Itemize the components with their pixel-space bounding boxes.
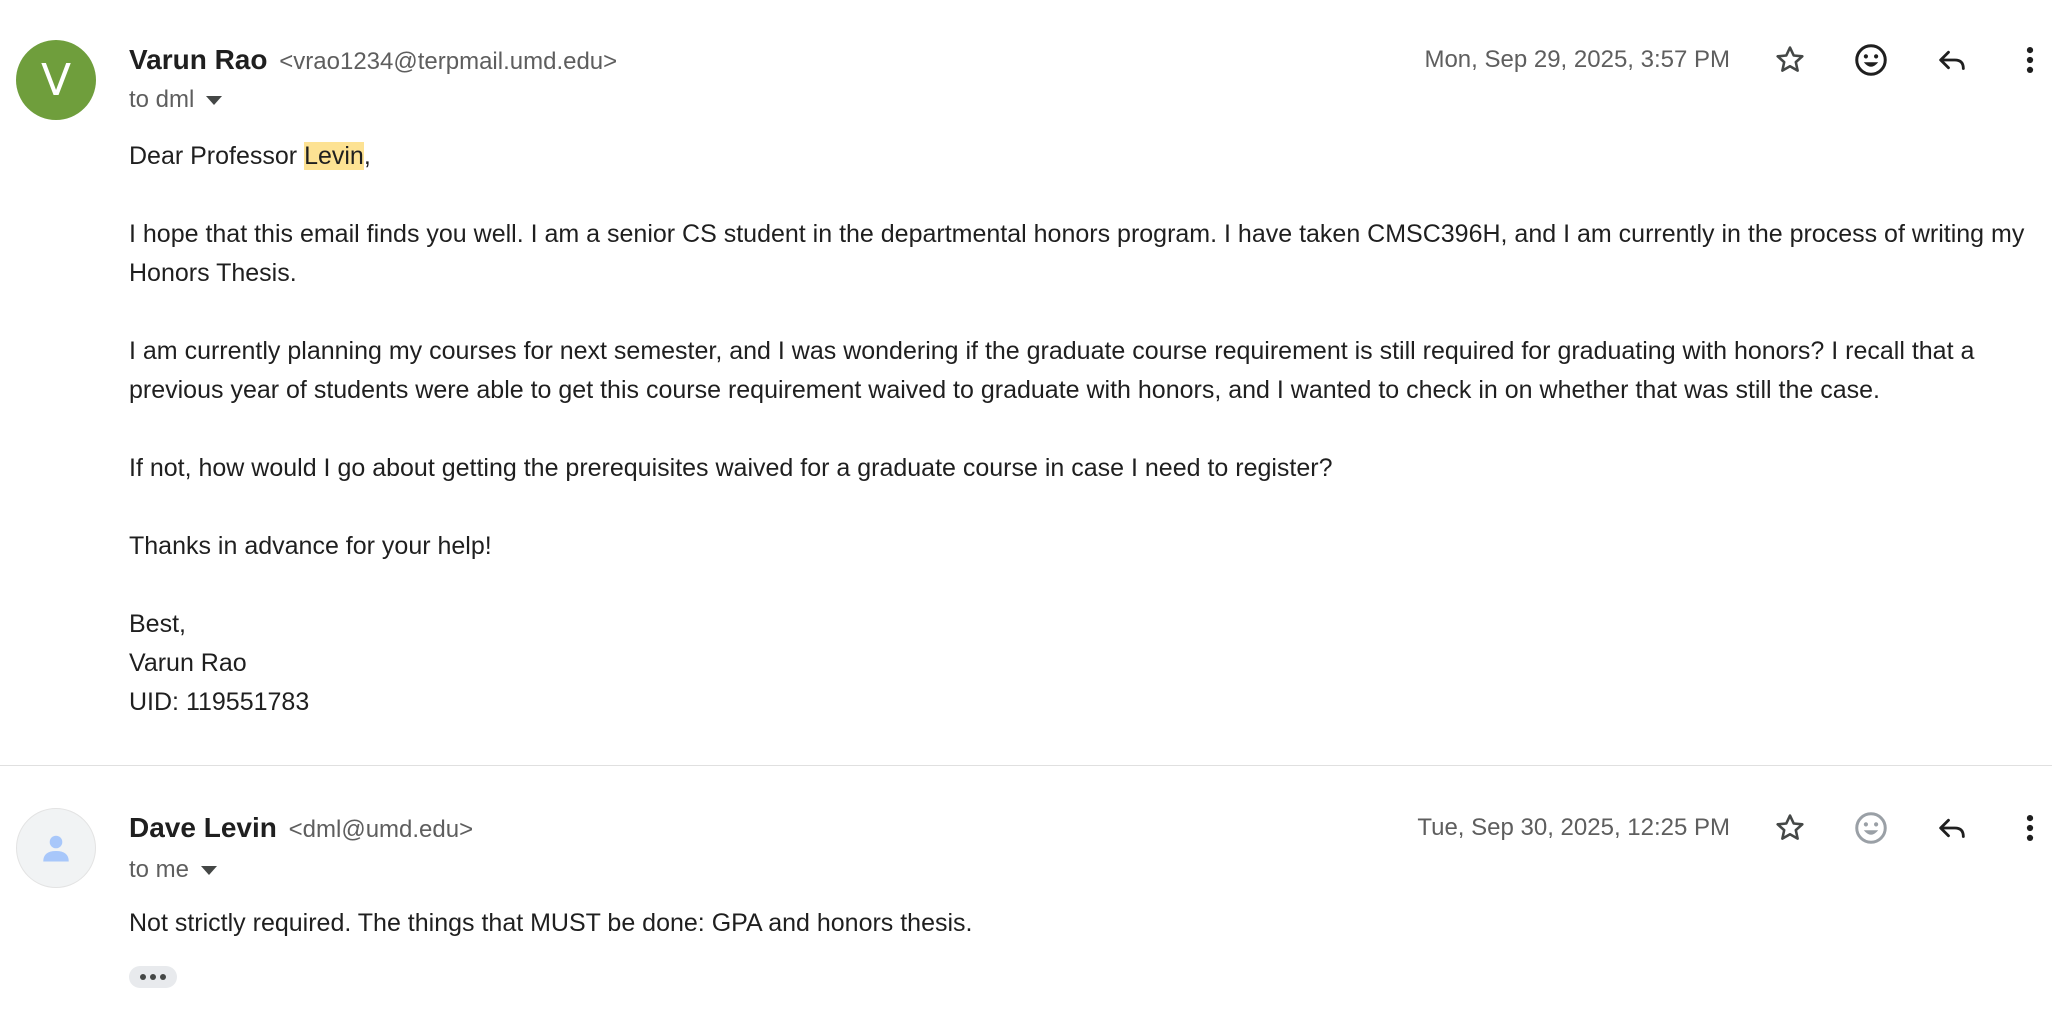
message-body: Dear Professor Levin, I hope that this e… [129,137,2044,722]
star-button[interactable] [1766,804,1814,852]
recipients-toggle[interactable]: to dml [129,86,223,114]
more-vert-icon [2026,46,2034,74]
signature-uid: UID: 119551783 [129,688,310,716]
message-body: Not strictly required. The things that M… [129,904,2044,943]
more-options-button[interactable] [2008,804,2052,852]
chevron-down-icon[interactable] [201,865,218,875]
sender-name[interactable]: Dave Levin [129,812,277,843]
sender-line: Dave Levin <dml@umd.edu> [129,810,473,848]
sender-name[interactable]: Varun Rao [129,44,267,75]
recipients-label: to me [129,856,190,883]
signoff: Best, [129,610,186,638]
star-button[interactable] [1766,36,1814,84]
body-paragraph: Thanks in advance for your help! [129,532,492,560]
star-icon [1776,46,1804,72]
message-dave-levin: Dave Levin <dml@umd.edu> to me Tue, Sep … [0,766,2052,1014]
signature-name: Varun Rao [129,649,247,677]
avatar[interactable] [16,808,96,888]
emoji-icon [1855,44,1887,76]
body-paragraph: Not strictly required. The things that M… [129,909,973,937]
body-paragraph: I am currently planning my courses for n… [129,337,1975,404]
dot [150,974,156,980]
reply-icon [1939,50,1965,70]
add-reaction-button[interactable] [1847,36,1895,84]
reply-button[interactable] [1928,36,1976,84]
sender-email: <vrao1234@terpmail.umd.edu> [279,48,618,75]
message-date: Mon, Sep 29, 2025, 3:57 PM [1424,46,1730,73]
person-icon [43,835,69,862]
dot [140,974,146,980]
star-icon [1776,814,1804,840]
body-paragraph: If not, how would I go about getting the… [129,454,1333,482]
message-varun-rao: V Varun Rao <vrao1234@terpmail.umd.edu> … [0,0,2052,766]
email-thread: V Varun Rao <vrao1234@terpmail.umd.edu> … [0,0,2052,1014]
more-vert-icon [2026,814,2034,842]
sender-line: Varun Rao <vrao1234@terpmail.umd.edu> [129,42,617,80]
show-trimmed-content-button[interactable] [129,966,177,988]
reply-icon [1939,818,1965,838]
more-options-button[interactable] [2008,36,2052,84]
greeting: Dear Professor Levin, [129,142,371,170]
message-date: Tue, Sep 30, 2025, 12:25 PM [1417,814,1730,841]
dot [160,974,166,980]
search-highlight: Levin [304,142,364,170]
avatar-letter: V [40,54,72,106]
body-paragraph: I hope that this email finds you well. I… [129,220,2025,287]
recipients-label: to dml [129,86,195,113]
emoji-icon [1855,812,1887,844]
chevron-down-icon[interactable] [206,95,223,105]
recipients-toggle[interactable]: to me [129,856,218,884]
sender-email: <dml@umd.edu> [288,816,474,843]
reply-button[interactable] [1928,804,1976,852]
add-reaction-button[interactable] [1847,804,1895,852]
avatar[interactable]: V [16,40,96,120]
